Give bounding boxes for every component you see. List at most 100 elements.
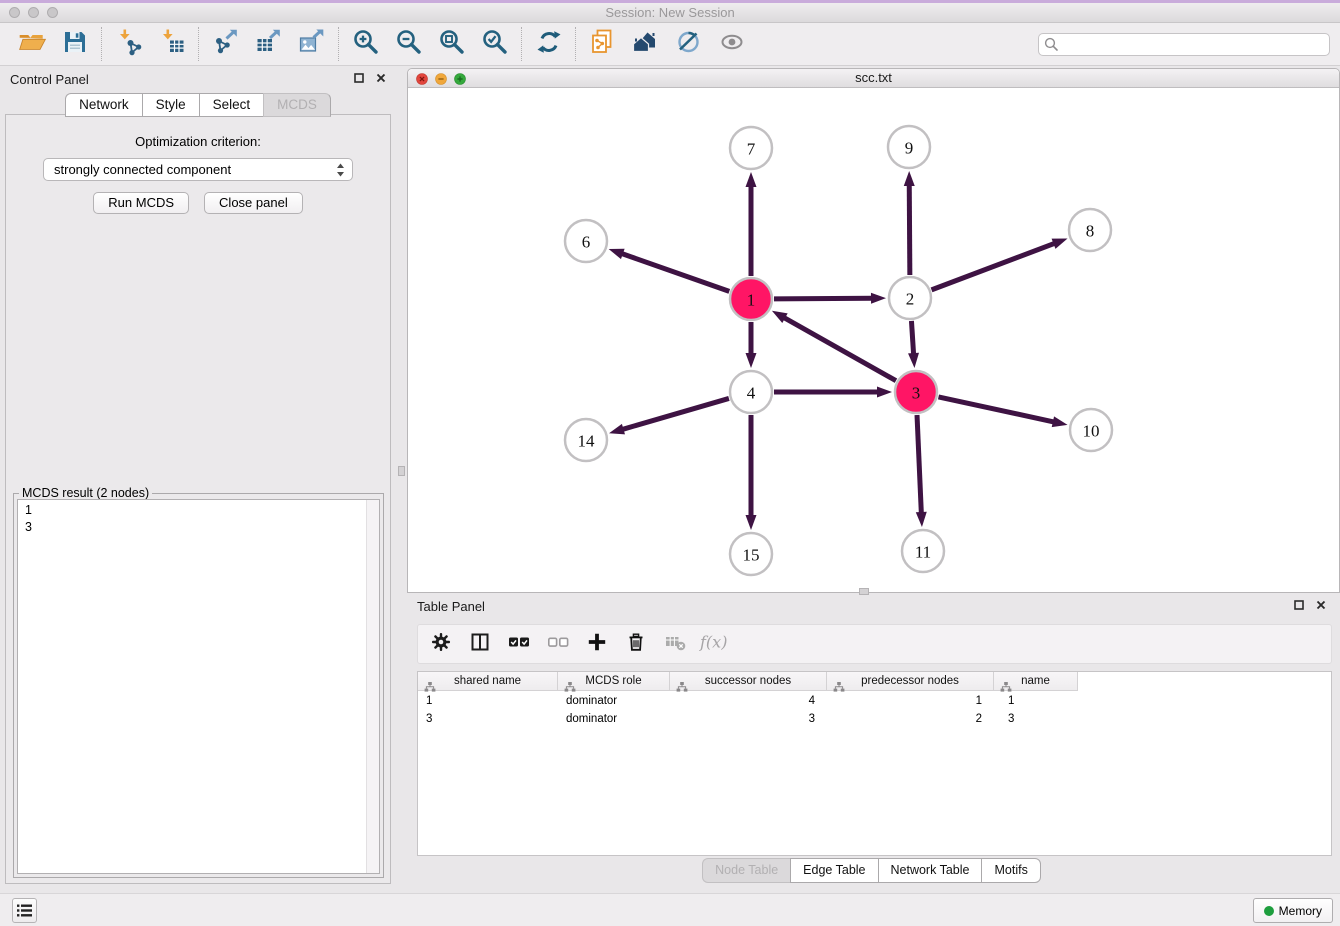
add-column-button[interactable]: [585, 632, 609, 656]
float-panel-icon[interactable]: [354, 70, 364, 88]
graph-edge-3-11[interactable]: [916, 415, 927, 527]
minimize-window-button[interactable]: [28, 7, 39, 18]
memory-button[interactable]: Memory: [1253, 898, 1333, 923]
graph-edge-4-3[interactable]: [774, 387, 892, 398]
result-scrollbar[interactable]: [366, 500, 379, 873]
deselect-all-columns-button[interactable]: [546, 632, 570, 656]
deselect-all-columns-icon: [546, 631, 570, 658]
graph-edge-1-6[interactable]: [609, 249, 730, 292]
graph-edge-3-10[interactable]: [938, 397, 1067, 427]
graph-node-8[interactable]: 8: [1069, 209, 1111, 251]
graph-edge-3-1[interactable]: [772, 311, 896, 381]
table-row[interactable]: 1dominator411: [418, 693, 1331, 709]
table-cell[interactable]: dominator: [558, 713, 670, 725]
float-table-panel-icon[interactable]: [1294, 597, 1304, 615]
graph-node-1[interactable]: 1: [730, 278, 772, 320]
delete-column-button[interactable]: [624, 632, 648, 656]
vertical-splitter-handle[interactable]: [398, 466, 405, 476]
table-cell[interactable]: 3: [994, 713, 1078, 725]
graph-edge-1-7[interactable]: [746, 172, 757, 276]
column-header-successor-nodes[interactable]: successor nodes: [670, 672, 827, 691]
tab-style[interactable]: Style: [142, 93, 199, 117]
table-settings-button[interactable]: [429, 632, 453, 656]
import-table-from-file-button[interactable]: [150, 26, 193, 63]
mcds-result-text-area[interactable]: 13: [17, 499, 380, 874]
close-panel-button[interactable]: Close panel: [204, 192, 303, 214]
node-table-body: 1dominator4113dominator323: [418, 693, 1331, 727]
close-panel-icon[interactable]: [376, 70, 386, 88]
graph-edge-2-8[interactable]: [932, 238, 1068, 289]
table-cell[interactable]: 3: [670, 713, 827, 725]
import-network-from-file-button[interactable]: [107, 26, 150, 63]
task-history-button[interactable]: [12, 898, 37, 923]
apply-preferred-layout-button[interactable]: [527, 26, 570, 63]
zoom-out-button[interactable]: [387, 26, 430, 63]
tab-select[interactable]: Select: [199, 93, 264, 117]
show-home-button[interactable]: [624, 26, 667, 63]
table-cell[interactable]: 1: [994, 695, 1078, 707]
show-hide-icon: [718, 28, 746, 61]
apply-function-icon: f(x): [698, 631, 730, 658]
cytoscape-window: Session: New Session Control Panel Netwo…: [0, 0, 1340, 926]
graph-node-7[interactable]: 7: [730, 127, 772, 169]
zoom-in-button[interactable]: [344, 26, 387, 63]
tab-network[interactable]: Network: [65, 93, 142, 117]
tab-network-table[interactable]: Network Table: [878, 858, 982, 883]
graph-edge-1-2[interactable]: [774, 293, 886, 304]
table-cell[interactable]: 1: [418, 695, 558, 707]
column-visibility-button[interactable]: [468, 632, 492, 656]
table-cell[interactable]: 4: [670, 695, 827, 707]
show-hide-button[interactable]: [710, 26, 753, 63]
close-window-button[interactable]: [9, 7, 20, 18]
graph-node-9[interactable]: 9: [888, 126, 930, 168]
apply-style-button[interactable]: [667, 26, 710, 63]
svg-text:10: 10: [1083, 422, 1100, 441]
horizontal-splitter-handle[interactable]: [859, 588, 869, 595]
run-mcds-button[interactable]: Run MCDS: [93, 192, 189, 214]
graph-edge-4-14[interactable]: [609, 398, 729, 434]
export-image-button[interactable]: [290, 26, 333, 63]
duplicate-network-button[interactable]: [581, 26, 624, 63]
window-controls: [9, 7, 58, 18]
tab-edge-table[interactable]: Edge Table: [790, 858, 877, 883]
table-row[interactable]: 3dominator323: [418, 711, 1331, 727]
column-header-predecessor-nodes[interactable]: predecessor nodes: [827, 672, 994, 691]
graph-edge-1-4[interactable]: [746, 322, 757, 368]
graph-node-14[interactable]: 14: [565, 419, 607, 461]
table-cell[interactable]: 1: [827, 695, 994, 707]
zoom-selected-button[interactable]: [473, 26, 516, 63]
graph-node-10[interactable]: 10: [1070, 409, 1112, 451]
graph-node-15[interactable]: 15: [730, 533, 772, 575]
open-session-button[interactable]: [10, 26, 53, 63]
table-panel-header: Table Panel: [407, 595, 1336, 617]
column-header-name[interactable]: name: [994, 672, 1078, 691]
tab-mcds[interactable]: MCDS: [263, 93, 331, 117]
export-table-icon: [255, 28, 283, 61]
graph-edge-2-9[interactable]: [904, 171, 915, 275]
select-all-columns-button[interactable]: [507, 632, 531, 656]
tab-node-table[interactable]: Node Table: [702, 858, 790, 883]
export-table-button[interactable]: [247, 26, 290, 63]
zoom-window-button[interactable]: [47, 7, 58, 18]
network-graph[interactable]: 7 9 6 8 1 2 4 3 14 10 15 11: [408, 88, 1339, 592]
graph-node-2[interactable]: 2: [889, 277, 931, 319]
graph-edge-4-15[interactable]: [746, 415, 757, 530]
table-cell[interactable]: 3: [418, 713, 558, 725]
graph-edge-2-3[interactable]: [908, 321, 919, 368]
graph-node-6[interactable]: 6: [565, 220, 607, 262]
graph-node-3[interactable]: 3: [895, 371, 937, 413]
network-window-titlebar[interactable]: scc.txt: [408, 69, 1339, 88]
close-table-panel-icon[interactable]: [1316, 597, 1326, 615]
table-cell[interactable]: dominator: [558, 695, 670, 707]
save-session-button[interactable]: [53, 26, 96, 63]
criterion-dropdown[interactable]: strongly connected component: [43, 158, 353, 181]
graph-node-4[interactable]: 4: [730, 371, 772, 413]
search-input[interactable]: [1038, 33, 1330, 56]
tab-motifs[interactable]: Motifs: [981, 858, 1040, 883]
zoom-fit-content-button[interactable]: [430, 26, 473, 63]
export-network-button[interactable]: [204, 26, 247, 63]
column-header-shared-name[interactable]: shared name: [418, 672, 558, 691]
column-header-mcds-role[interactable]: MCDS role: [558, 672, 670, 691]
graph-node-11[interactable]: 11: [902, 530, 944, 572]
table-cell[interactable]: 2: [827, 713, 994, 725]
